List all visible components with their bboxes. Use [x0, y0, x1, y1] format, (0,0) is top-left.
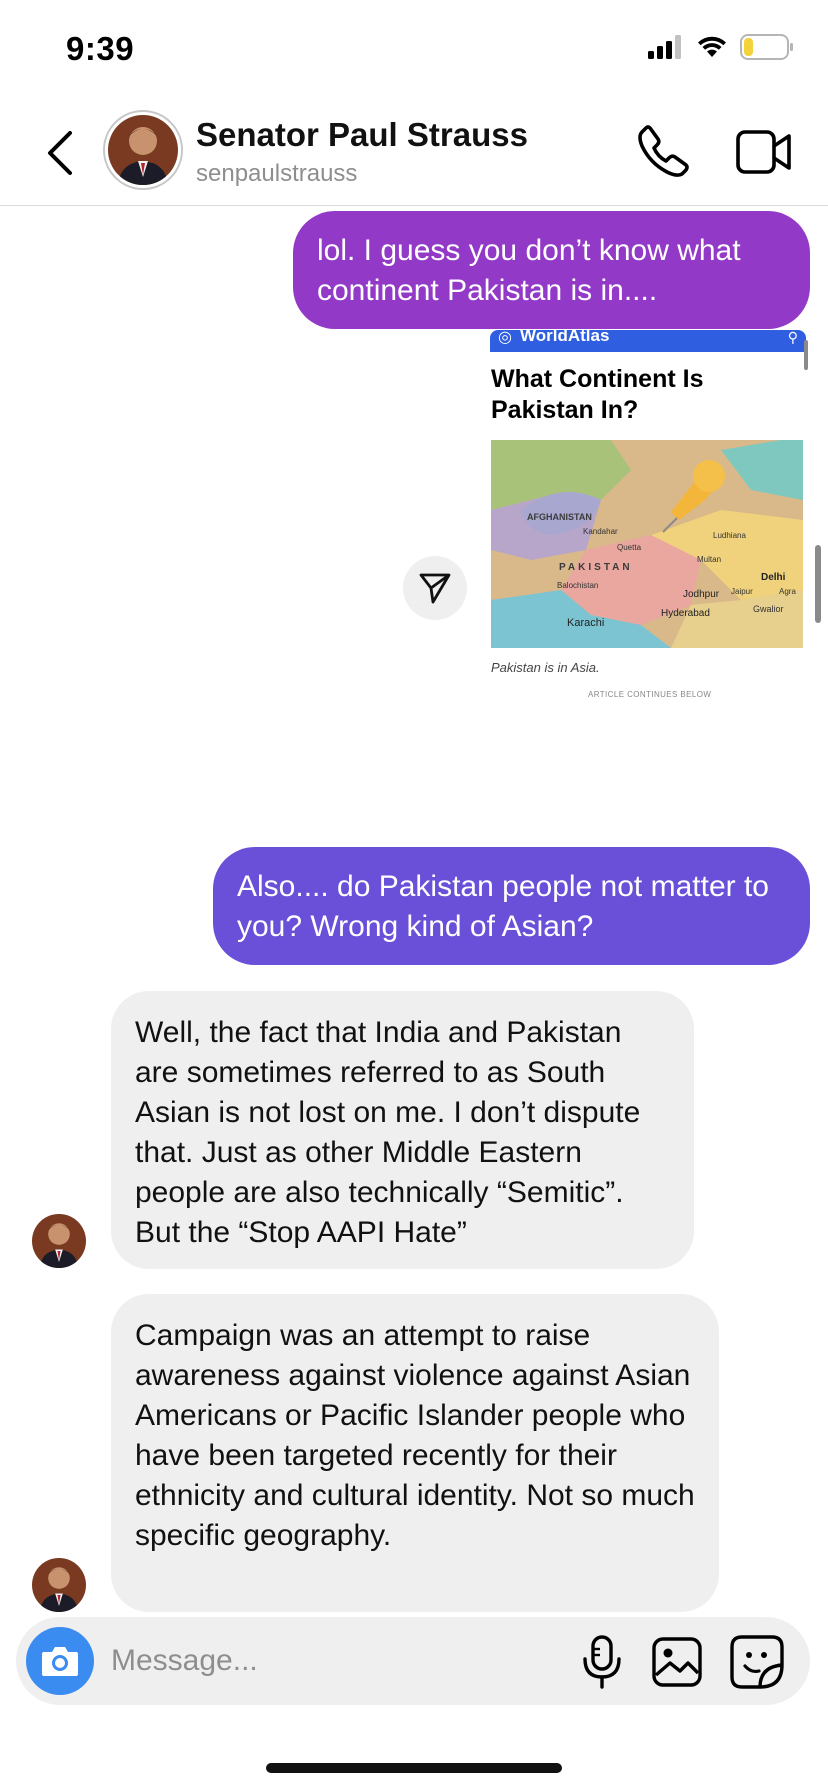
gallery-button[interactable] [652, 1637, 702, 1687]
gallery-icon [652, 1637, 702, 1687]
camera-icon [42, 1647, 78, 1676]
signal-icon [648, 35, 681, 59]
article-title: What Continent Is Pakistan In? [491, 365, 704, 424]
article-scrollbar [804, 340, 808, 370]
back-chevron-icon [48, 131, 72, 175]
forward-button[interactable] [403, 556, 467, 620]
status-time: 9:39 [66, 30, 135, 67]
profile-avatar-button[interactable] [103, 110, 183, 190]
send-paper-plane-icon [419, 573, 451, 604]
map-label: Agra [779, 587, 796, 596]
sticker-button[interactable] [730, 1635, 784, 1689]
search-icon: ⚲ [787, 330, 798, 345]
back-button[interactable] [40, 128, 80, 178]
shared-article-card[interactable]: ◎ WorldAtlas ⚲ What Continent Is Pakista… [488, 330, 810, 710]
globe-icon: ◎ [498, 330, 512, 346]
phone-icon [638, 125, 689, 177]
sticker-icon [730, 1635, 784, 1689]
outgoing-message[interactable]: Also.... do Pakistan people not matter t… [213, 847, 810, 965]
article-caption: Pakistan is in Asia. [491, 660, 600, 675]
camera-button[interactable] [26, 1627, 94, 1695]
conversation-header: Senator Paul Strauss senpaulstrauss [0, 98, 828, 206]
article-site-bar: ◎ WorldAtlas ⚲ [490, 330, 806, 352]
map-label: Balochistan [557, 581, 598, 590]
map-label: Jodhpur [683, 589, 720, 600]
map-label: Kandahar [583, 527, 618, 536]
dm-thread-screen: 9:39 Senator Paul Strauss senpaulstrauss… [0, 0, 828, 1792]
map-label: Gwalior [753, 604, 784, 614]
sender-avatar[interactable] [32, 1214, 86, 1268]
sender-avatar[interactable] [32, 1558, 86, 1612]
wifi-icon [698, 36, 726, 57]
video-call-button[interactable] [736, 128, 792, 176]
article-site-name: WorldAtlas [520, 330, 610, 345]
map-label: PAKISTAN [559, 562, 633, 573]
map-label: Jaipur [731, 587, 753, 596]
map-label: Delhi [761, 572, 786, 583]
incoming-message[interactable]: Campaign was an attempt to raise awarene… [111, 1294, 719, 1612]
avatar [108, 115, 178, 185]
status-icons [648, 34, 794, 60]
battery-icon [740, 34, 793, 60]
article-map-image: AFGHANISTAN PAKISTAN Kandahar Quetta Mul… [491, 440, 803, 648]
map-label: Multan [697, 555, 721, 564]
map-label: Quetta [617, 543, 642, 552]
outgoing-message[interactable]: lol. I guess you don’t know what contine… [293, 211, 810, 329]
contact-username[interactable]: senpaulstrauss [196, 160, 357, 188]
voice-call-button[interactable] [636, 124, 690, 178]
incoming-message[interactable]: Well, the fact that India and Pakistan a… [111, 991, 694, 1269]
contact-name[interactable]: Senator Paul Strauss [196, 116, 528, 154]
map-label: Karachi [567, 617, 604, 629]
message-input[interactable] [111, 1635, 471, 1687]
map-label: AFGHANISTAN [527, 512, 592, 522]
microphone-icon [583, 1635, 621, 1689]
video-camera-icon [736, 130, 791, 174]
home-indicator[interactable] [266, 1763, 562, 1773]
map-label: Hyderabad [661, 608, 710, 619]
map-label: Ludhiana [713, 531, 746, 540]
message-composer [16, 1617, 810, 1705]
article-continues-label: ARTICLE CONTINUES BELOW [588, 690, 712, 699]
thread-scrollbar[interactable] [815, 545, 821, 623]
voice-message-button[interactable] [576, 1635, 628, 1689]
